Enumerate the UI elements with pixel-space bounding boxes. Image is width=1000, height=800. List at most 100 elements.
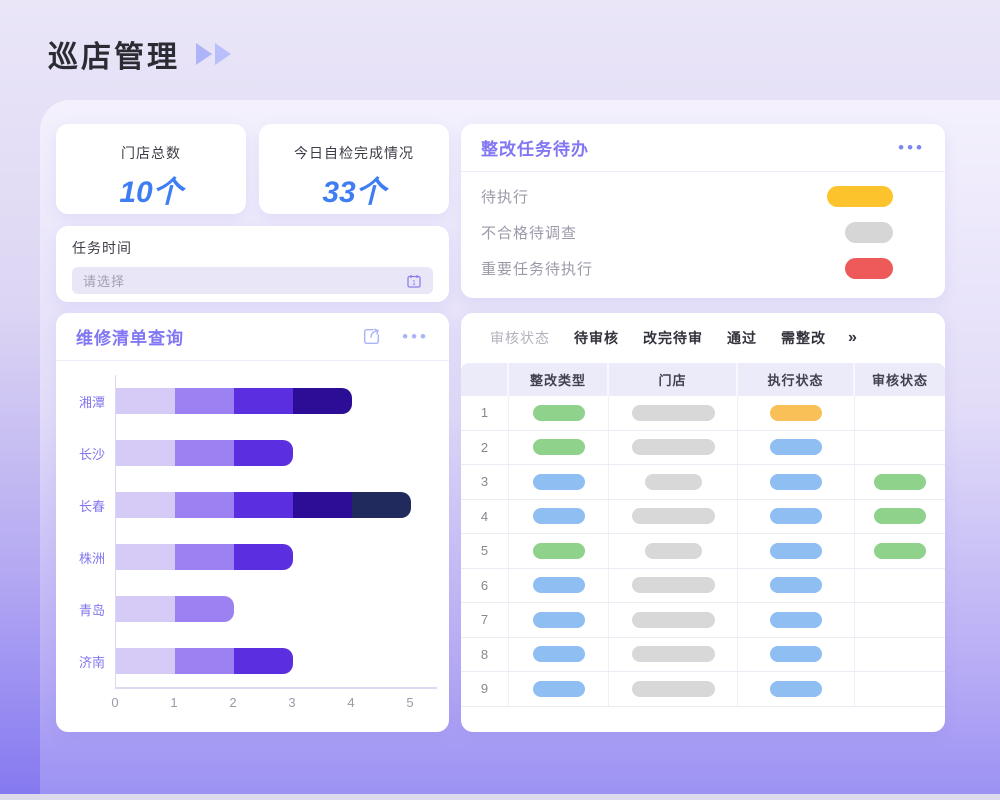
task-time-date-input[interactable]: 请选择 1 xyxy=(72,267,433,294)
table-cell xyxy=(609,638,738,672)
table-row[interactable]: 1 xyxy=(461,396,945,431)
header-cell: 审核状态 xyxy=(855,363,945,396)
chart-plot-area xyxy=(115,635,437,687)
chart-category-row: 湘潭 xyxy=(56,375,437,427)
table-cell xyxy=(509,603,609,637)
row-number: 4 xyxy=(481,509,488,524)
todo-item[interactable]: 待执行 xyxy=(481,178,925,214)
table-cell xyxy=(509,534,609,568)
bar-segment xyxy=(234,544,293,570)
review-table-panel: 审核状态 待审核改完待审通过需整改 » 整改类型门店执行状态审核状态 12345… xyxy=(461,313,945,732)
status-pill-green xyxy=(874,474,926,490)
play-arrow-icon xyxy=(215,43,231,65)
status-pill-blue xyxy=(770,543,822,559)
todo-status-pill xyxy=(827,186,893,207)
todo-panel-header: 整改任务待办 ••• xyxy=(461,124,945,172)
todo-item[interactable]: 不合格待调查 xyxy=(481,214,925,250)
status-pill-green xyxy=(874,543,926,559)
status-pill-blue xyxy=(533,577,585,593)
status-pill-blue xyxy=(770,577,822,593)
row-number-cell: 9 xyxy=(461,672,509,706)
bar-segment xyxy=(293,492,352,518)
filter-option-4[interactable]: 需整改 xyxy=(781,328,826,348)
chart-category-label: 长沙 xyxy=(56,444,115,463)
table-cell xyxy=(855,569,945,603)
table-cell xyxy=(855,396,945,430)
status-pill-blue xyxy=(533,612,585,628)
double-play-arrows-icon xyxy=(196,43,231,65)
stat-card-store-total: 门店总数 10个 xyxy=(56,124,246,214)
header-cell-index xyxy=(461,363,509,396)
filter-option-3[interactable]: 通过 xyxy=(727,328,757,348)
table-row[interactable]: 2 xyxy=(461,431,945,466)
play-arrow-icon xyxy=(196,43,212,65)
filter-option-2[interactable]: 改完待审 xyxy=(643,328,703,348)
table-row[interactable]: 4 xyxy=(461,500,945,535)
row-number: 2 xyxy=(481,440,488,455)
page-title: 巡店管理 xyxy=(48,32,180,76)
ellipsis-menu-icon[interactable]: ••• xyxy=(402,332,429,342)
bottom-edge-strip xyxy=(0,794,1000,800)
table-cell xyxy=(738,396,855,430)
status-pill-blue xyxy=(533,646,585,662)
bar-segment xyxy=(175,648,234,674)
todo-item[interactable]: 重要任务待执行 xyxy=(481,250,925,286)
table-row[interactable]: 5 xyxy=(461,534,945,569)
repair-panel-title: 维修清单查询 xyxy=(76,324,184,349)
chart-plot-area xyxy=(115,583,437,635)
table-cell xyxy=(509,500,609,534)
status-pill-gray xyxy=(632,439,715,455)
bar-segment xyxy=(175,492,234,518)
table-cell xyxy=(609,534,738,568)
table-cell xyxy=(609,396,738,430)
todo-item-label: 待执行 xyxy=(481,186,529,207)
table-cell xyxy=(855,431,945,465)
table-row[interactable]: 7 xyxy=(461,603,945,638)
bar-segment xyxy=(293,388,352,414)
bar-segment xyxy=(175,596,234,622)
repair-list-panel: 维修清单查询 ••• 湘潭长沙长春株洲青岛济南012345 xyxy=(56,313,449,732)
table-cell xyxy=(738,465,855,499)
row-number-cell: 7 xyxy=(461,603,509,637)
status-pill-blue xyxy=(770,439,822,455)
x-axis-tick-label: 5 xyxy=(406,695,413,710)
row-number-cell: 3 xyxy=(461,465,509,499)
filter-option-1[interactable]: 待审核 xyxy=(574,328,619,348)
todo-panel-title: 整改任务待办 xyxy=(481,135,589,160)
status-pill-green xyxy=(533,543,585,559)
chart-category-row: 株洲 xyxy=(56,531,437,583)
task-time-label: 任务时间 xyxy=(72,238,433,258)
filter-more-chevron[interactable]: » xyxy=(848,329,857,347)
ellipsis-menu-icon[interactable]: ••• xyxy=(898,143,925,153)
bar-segment xyxy=(234,388,293,414)
status-pill-gray xyxy=(645,543,702,559)
chart-plot-area xyxy=(115,427,437,479)
table-row[interactable]: 6 xyxy=(461,569,945,604)
x-axis-tick-label: 0 xyxy=(111,695,118,710)
row-number: 3 xyxy=(481,474,488,489)
bar-segment xyxy=(234,492,293,518)
share-icon[interactable] xyxy=(361,326,382,347)
task-time-panel: 任务时间 请选择 1 xyxy=(56,226,449,302)
stacked-bar xyxy=(116,388,352,414)
bar-segment xyxy=(175,388,234,414)
stacked-bar xyxy=(116,492,411,518)
x-axis-tick-label: 1 xyxy=(170,695,177,710)
bar-segment xyxy=(175,544,234,570)
table-row[interactable]: 9 xyxy=(461,672,945,707)
status-pill-gray xyxy=(632,508,715,524)
chart-category-row: 长沙 xyxy=(56,427,437,479)
x-axis-tick-label: 4 xyxy=(347,695,354,710)
status-pill-orange xyxy=(770,405,822,421)
status-pill-blue xyxy=(533,474,585,490)
table-row[interactable]: 8 xyxy=(461,638,945,673)
review-status-filter-bar: 审核状态 待审核改完待审通过需整改 » xyxy=(461,313,945,363)
repair-panel-header: 维修清单查询 ••• xyxy=(56,313,449,361)
table-cell xyxy=(738,534,855,568)
row-number: 8 xyxy=(481,647,488,662)
chart-category-label: 株洲 xyxy=(56,548,115,567)
table-row[interactable]: 3 xyxy=(461,465,945,500)
bar-segment xyxy=(116,440,175,466)
bar-segment xyxy=(116,648,175,674)
row-number-cell: 2 xyxy=(461,431,509,465)
